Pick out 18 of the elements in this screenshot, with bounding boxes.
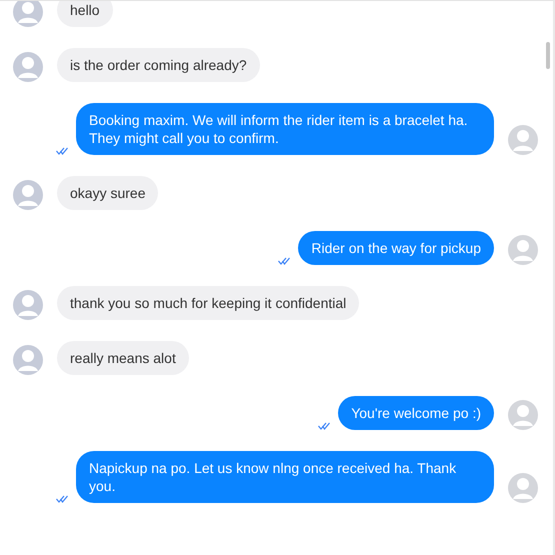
message-bubble: Booking maxim. We will inform the rider item is a bracelet ha. They might call you to confirm.: [76, 103, 494, 155]
avatar-icon: [508, 125, 538, 155]
message-bubble: thank you so much for keeping it confidential: [57, 286, 360, 320]
avatar-icon: [13, 345, 43, 375]
avatar-icon: [508, 473, 538, 503]
avatar-icon: [508, 400, 538, 430]
avatar-icon: [13, 52, 43, 82]
message-bubble: You're welcome po :): [338, 396, 494, 430]
avatar-icon: [508, 235, 538, 265]
message-bubble: Napickup na po. Let us know nlng once received ha. Thank you.: [76, 451, 494, 503]
message-bubble: is the order coming already?: [57, 48, 260, 82]
message-bubble: really means alot: [57, 341, 189, 375]
scrollbar-thumb[interactable]: [546, 42, 550, 69]
avatar-icon: [13, 290, 43, 320]
message-bubble: hello: [57, 1, 113, 27]
avatar-icon: [13, 180, 43, 210]
message-bubble: okayy suree: [57, 176, 158, 210]
message-bubble: Rider on the way for pickup: [298, 231, 494, 265]
